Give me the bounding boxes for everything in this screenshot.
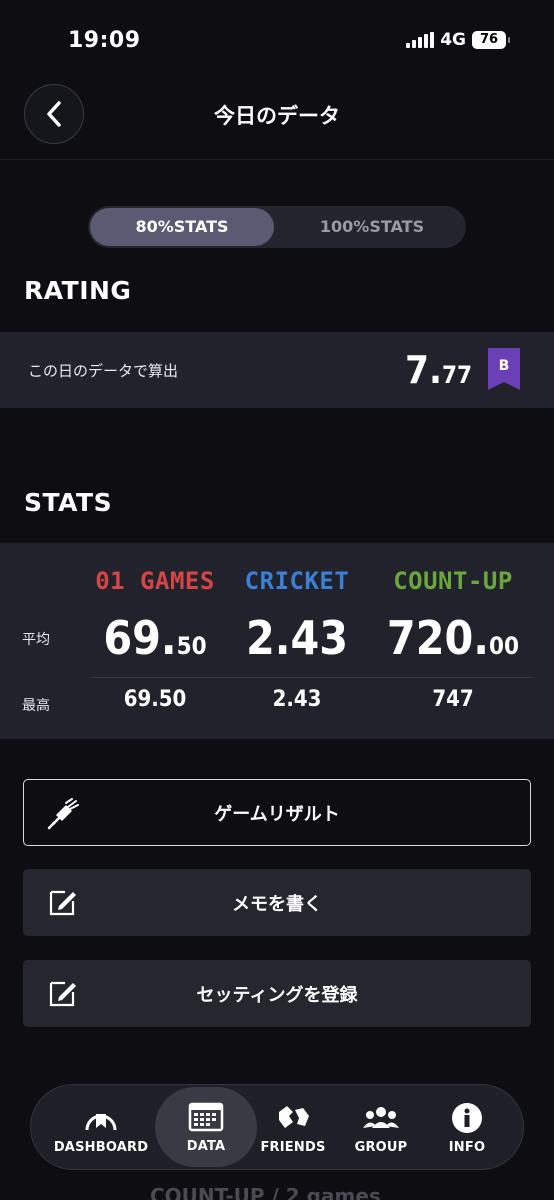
tab-data[interactable]: DATA	[155, 1087, 257, 1167]
tab-dashboard[interactable]: DASHBOARD	[53, 1085, 149, 1171]
group-icon	[363, 1102, 399, 1134]
network-type: 4G	[440, 30, 466, 50]
rating-value-dec: 77	[441, 361, 472, 389]
header-01-games: 01 GAMES	[95, 567, 215, 595]
tab-info[interactable]: INFO	[419, 1085, 515, 1171]
bottom-tab-bar: DASHBOARD DATA FRIENDS GROUP INFO	[30, 1084, 524, 1170]
stats-section-title: STATS	[24, 488, 113, 517]
register-setting-button[interactable]: セッティングを登録	[23, 960, 531, 1027]
header-cricket: CRICKET	[244, 567, 350, 595]
rating-caption: この日のデータで算出	[28, 362, 179, 380]
avg-count-up-int: 720.	[386, 611, 490, 665]
dart-icon	[47, 798, 79, 830]
tab-friends[interactable]: FRIENDS	[245, 1085, 341, 1171]
register-setting-label: セッティングを登録	[196, 984, 358, 1006]
rating-panel: この日のデータで算出 7.77	[0, 332, 554, 408]
rating-value: 7.77	[405, 348, 472, 392]
write-memo-button[interactable]: メモを書く	[23, 869, 531, 936]
avg-label: 平均	[22, 632, 50, 648]
tab-info-label: INFO	[448, 1139, 486, 1155]
status-indicators: 4G 76	[406, 30, 510, 50]
edit-icon	[49, 981, 76, 1007]
game-result-label: ゲームリザルト	[214, 803, 340, 825]
max-count-up: 747	[432, 687, 474, 712]
tab-data-label: DATA	[186, 1138, 226, 1154]
rank-letter: B	[499, 358, 510, 374]
background-list-title: COUNT-UP / 2 games	[150, 1184, 381, 1200]
info-icon	[449, 1102, 485, 1134]
data-icon	[188, 1101, 224, 1133]
signal-icon	[406, 32, 435, 48]
header-count-up: COUNT-UP	[393, 567, 513, 595]
avg-count-up: 720.00	[378, 611, 528, 665]
rating-section-title: RATING	[24, 276, 132, 305]
avg-count-up-dec: 00	[489, 632, 520, 660]
header: 今日のデータ	[0, 80, 554, 160]
stats-divider	[92, 677, 532, 678]
avg-01-games-dec: 50	[176, 632, 207, 660]
tab-group-label: GROUP	[354, 1139, 408, 1155]
max-label: 最高	[22, 698, 50, 714]
status-bar: 19:09 4G 76	[0, 0, 554, 80]
avg-cricket: 2.43	[222, 611, 372, 665]
write-memo-label: メモを書く	[232, 893, 322, 915]
avg-01-games: 69.50	[80, 611, 230, 665]
stats-panel: 01 GAMES CRICKET COUNT-UP 平均 69.50 2.43 …	[0, 543, 554, 739]
status-time: 19:09	[68, 28, 141, 53]
dashboard-icon	[83, 1102, 119, 1134]
battery-icon: 76	[472, 31, 510, 49]
avg-cricket-int: 2.43	[245, 611, 349, 665]
avg-01-games-int: 69.	[103, 611, 177, 665]
friends-icon	[275, 1102, 311, 1134]
max-cricket: 2.43	[272, 687, 322, 712]
edit-icon	[49, 890, 76, 916]
rank-badge-icon: B	[488, 348, 520, 390]
game-result-button[interactable]: ゲームリザルト	[23, 779, 531, 846]
tab-group[interactable]: GROUP	[333, 1085, 429, 1171]
page-title: 今日のデータ	[214, 104, 340, 128]
tab-friends-label: FRIENDS	[260, 1139, 326, 1155]
max-01-games: 69.50	[123, 687, 187, 712]
tab-100-stats[interactable]: 100%STATS	[280, 208, 464, 246]
tab-dashboard-label: DASHBOARD	[53, 1139, 149, 1155]
stats-mode-toggle: 80%STATS 100%STATS	[88, 206, 466, 248]
rating-value-int: 7.	[405, 348, 442, 392]
tab-80-stats[interactable]: 80%STATS	[90, 208, 274, 246]
